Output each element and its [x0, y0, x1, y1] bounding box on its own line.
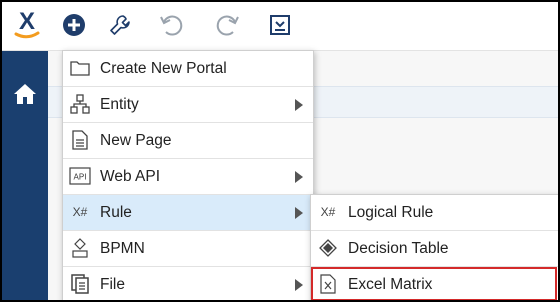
- svg-text:X#: X#: [321, 205, 336, 219]
- menu-item-label: Rule: [100, 204, 132, 221]
- add-circle-icon[interactable]: [59, 10, 89, 40]
- svg-text:API: API: [74, 173, 87, 182]
- entity-icon: [69, 94, 91, 114]
- svg-text:X: X: [19, 8, 35, 35]
- menu-item-label: Web API: [100, 168, 161, 185]
- menu-item-label: New Page: [100, 132, 172, 149]
- wrench-icon[interactable]: [105, 10, 135, 40]
- submenu-arrow-icon: [295, 99, 303, 111]
- excel-matrix-highlight-box: [311, 267, 557, 300]
- menu-item-web-api[interactable]: API Web API: [63, 159, 313, 195]
- menu-item-create-new-portal[interactable]: Create New Portal: [63, 51, 313, 87]
- toolbar: X: [2, 2, 558, 51]
- bpmn-icon: [69, 238, 91, 258]
- menu-item-entity[interactable]: Entity: [63, 87, 313, 123]
- menu-item-file[interactable]: File: [63, 267, 313, 300]
- x-logo[interactable]: X: [10, 7, 44, 45]
- rule-icon: X#: [69, 202, 91, 222]
- folder-icon: [69, 58, 91, 78]
- menu-item-label: File: [100, 276, 125, 293]
- logical-rule-icon: X#: [317, 202, 339, 222]
- decision-table-icon: [317, 238, 339, 258]
- menu-item-label: BPMN: [100, 240, 145, 257]
- create-menu: Create New Portal Entity New Page API We…: [62, 50, 314, 300]
- rule-submenu: X# Logical Rule Decision Table Excel Mat…: [310, 194, 558, 300]
- svg-text:X#: X#: [73, 205, 88, 219]
- redo-icon[interactable]: [213, 10, 243, 40]
- menu-item-label: Create New Portal: [100, 60, 227, 77]
- app-window: X 1 Create: [2, 2, 558, 300]
- submenu-item-decision-table[interactable]: Decision Table: [311, 231, 558, 267]
- submenu-arrow-icon: [295, 279, 303, 291]
- submenu-arrow-icon: [295, 171, 303, 183]
- submenu-item-label: Decision Table: [348, 240, 449, 257]
- save-icon[interactable]: [265, 10, 295, 40]
- menu-item-rule[interactable]: X# Rule: [63, 195, 313, 231]
- undo-icon[interactable]: [156, 10, 186, 40]
- menu-item-bpmn[interactable]: BPMN: [63, 231, 313, 267]
- submenu-arrow-icon: [295, 207, 303, 219]
- menu-item-new-page[interactable]: New Page: [63, 123, 313, 159]
- sidebar: [2, 51, 48, 300]
- menu-item-label: Entity: [100, 96, 139, 113]
- api-icon: API: [69, 166, 91, 186]
- file-icon: [69, 274, 91, 294]
- home-icon[interactable]: [13, 83, 37, 110]
- page-icon: [69, 130, 91, 150]
- submenu-item-label: Logical Rule: [348, 204, 434, 221]
- submenu-item-logical-rule[interactable]: X# Logical Rule: [311, 195, 558, 231]
